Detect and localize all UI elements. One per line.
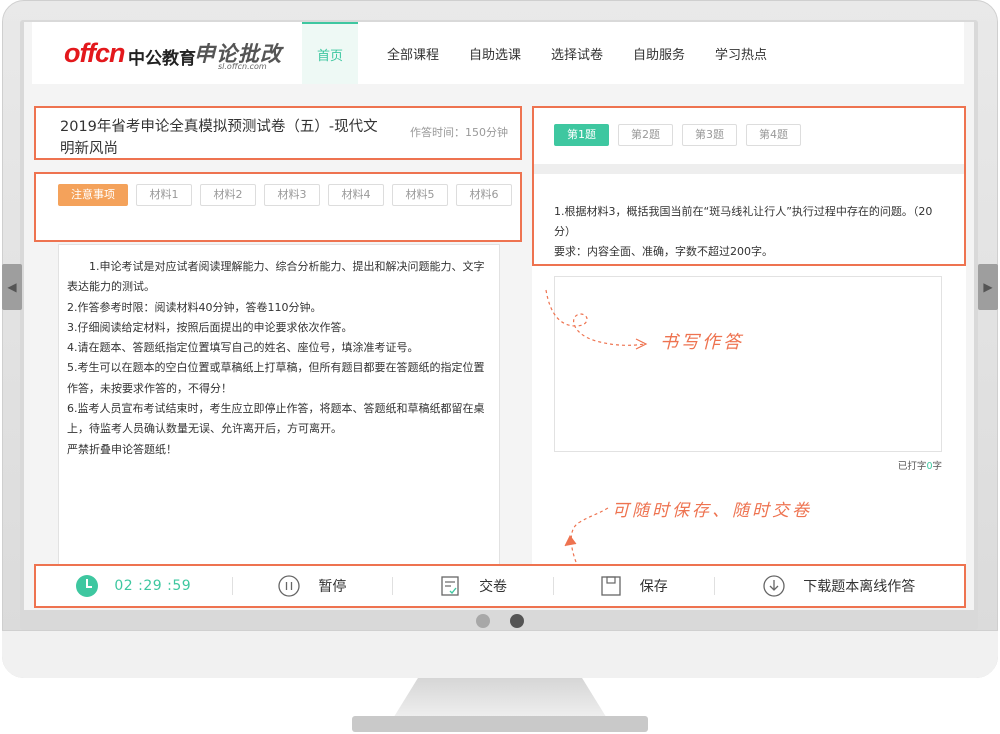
timer: 02 :29 :59 <box>36 566 232 606</box>
word-count: 已打字0字 <box>898 458 942 472</box>
pause-label: 暂停 <box>318 579 347 595</box>
note-line: 6.监考人员宣布考试结束时，考生应立即停止作答，将题本、答题纸和草稿纸都留在桌上… <box>67 402 485 436</box>
tab-question-2[interactable]: 第2题 <box>618 124 673 146</box>
material-tabs: 注意事项 材料1 材料2 材料3 材料4 材料5 材料6 <box>34 172 522 242</box>
chevron-right-icon: ▶ <box>983 280 993 294</box>
pause-icon <box>278 575 301 597</box>
main-nav: 首页 全部课程 自助选课 选择试卷 自助服务 学习热点 <box>302 22 782 84</box>
save-icon <box>600 575 622 597</box>
note-line: 4.请在题本、答题纸指定位置填写自己的姓名、座位号，填涂准考证号。 <box>67 341 419 355</box>
nav-self-select-course[interactable]: 自助选课 <box>454 22 536 84</box>
question-panel: 第1题 第2题 第3题 第4题 1.根据材料3，概括我国当前在“斑马线礼让行人”… <box>532 106 966 266</box>
exam-time: 作答时间：150分钟 <box>410 126 508 139</box>
note-line: 2.作答参考时限：阅读材料40分钟，答卷110分钟。 <box>67 300 322 314</box>
tab-notice[interactable]: 注意事项 <box>58 184 128 206</box>
carousel-dot-2[interactable] <box>510 614 524 628</box>
pause-button[interactable]: 暂停 <box>233 566 393 606</box>
chevron-left-icon: ◀ <box>7 280 17 294</box>
question-text: 1.根据材料3，概括我国当前在“斑马线礼让行人”执行过程中存在的问题。（20分） <box>554 205 933 238</box>
annotation-save-submit: 可随时保存、随时交卷 <box>612 501 812 521</box>
paper-title: 2019年省考申论全真模拟预测试卷（五）-现代文明新风尚 <box>60 119 378 157</box>
question-text-block: 1.根据材料3，概括我国当前在“斑马线礼让行人”执行过程中存在的问题。（20分）… <box>554 202 948 262</box>
answer-input[interactable] <box>554 276 942 452</box>
submit-label: 交卷 <box>479 579 508 595</box>
note-line: 严禁折叠申论答题纸！ <box>67 442 177 456</box>
download-icon <box>763 575 785 597</box>
offcn-logo-cn: 中公教育 <box>128 49 196 69</box>
nav-select-paper[interactable]: 选择试卷 <box>536 22 618 84</box>
product-url: sl.offcn.com <box>218 62 267 71</box>
question-tabs: 第1题 第2题 第3题 第4题 <box>554 124 810 146</box>
annotation-write-answer: 书写作答 <box>660 332 744 353</box>
tab-question-3[interactable]: 第3题 <box>682 124 737 146</box>
app-screen: offcn 中公教育 申论批改 sl.offcn.com 首页 全部课程 自助选… <box>24 22 974 610</box>
download-label: 下载题本离线作答 <box>803 579 916 595</box>
word-count-suffix: 字 <box>932 461 942 472</box>
bottom-toolbar: 02 :29 :59 暂停 交卷 保存 下载题本离线作答 <box>34 564 966 608</box>
carousel-dot-1[interactable] <box>476 614 490 628</box>
clock-icon <box>76 575 99 597</box>
tab-material-1[interactable]: 材料1 <box>136 184 192 206</box>
nav-study-hotspots[interactable]: 学习热点 <box>700 22 782 84</box>
monitor-stand <box>392 678 608 720</box>
submit-button[interactable]: 交卷 <box>393 566 553 606</box>
note-line: 1.申论考试是对应试者阅读理解能力、综合分析能力、提出和解决问题能力、文字表达能… <box>67 260 485 294</box>
question-requirement: 要求：内容全面、准确，字数不超过200字。 <box>554 245 773 258</box>
monitor-stand-base <box>352 716 648 732</box>
carousel-next-button[interactable]: ▶ <box>978 264 998 310</box>
tab-material-2[interactable]: 材料2 <box>200 184 256 206</box>
paper-title-panel: 2019年省考申论全真模拟预测试卷（五）-现代文明新风尚 作答时间：150分钟 <box>34 106 522 160</box>
download-offline-button[interactable]: 下载题本离线作答 <box>715 566 964 606</box>
offcn-logo[interactable]: offcn <box>64 38 125 69</box>
word-count-prefix: 已打字 <box>897 461 927 472</box>
timer-value: 02 :29 :59 <box>114 578 192 594</box>
submit-paper-icon <box>439 575 461 597</box>
tab-material-6[interactable]: 材料6 <box>456 184 512 206</box>
note-line: 3.仔细阅读给定材料，按照后面提出的申论要求依次作答。 <box>67 320 353 334</box>
notes-content[interactable]: 1.申论考试是对应试者阅读理解能力、综合分析能力、提出和解决问题能力、文字表达能… <box>58 244 500 580</box>
tab-material-3[interactable]: 材料3 <box>264 184 320 206</box>
tab-material-4[interactable]: 材料4 <box>328 184 384 206</box>
carousel-prev-button[interactable]: ◀ <box>2 264 22 310</box>
note-line: 5.考生可以在题本的空白位置或草稿纸上打草稿，但所有题目都要在答题纸的指定位置作… <box>67 361 485 395</box>
tab-material-5[interactable]: 材料5 <box>392 184 448 206</box>
nav-self-service[interactable]: 自助服务 <box>618 22 700 84</box>
save-button[interactable]: 保存 <box>554 566 714 606</box>
nav-all-courses[interactable]: 全部课程 <box>372 22 454 84</box>
nav-home[interactable]: 首页 <box>302 22 358 84</box>
tab-question-1[interactable]: 第1题 <box>554 124 609 146</box>
answer-panel: 已打字0字 <box>532 266 966 584</box>
monitor-chin <box>2 630 998 678</box>
tab-question-4[interactable]: 第4题 <box>746 124 801 146</box>
save-label: 保存 <box>639 579 668 595</box>
site-header: offcn 中公教育 申论批改 sl.offcn.com 首页 全部课程 自助选… <box>32 22 964 84</box>
divider <box>534 164 964 174</box>
